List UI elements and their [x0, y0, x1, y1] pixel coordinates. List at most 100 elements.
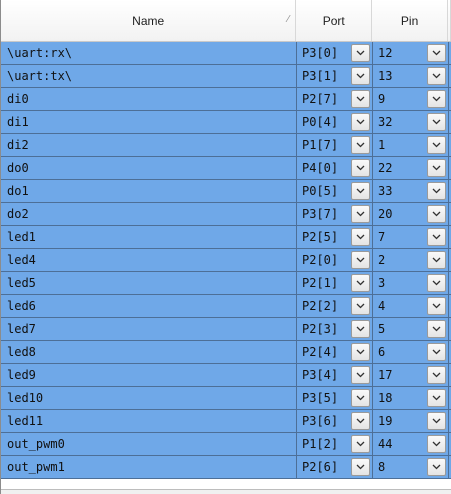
- chevron-down-icon[interactable]: [427, 90, 446, 108]
- pin-select[interactable]: 12: [373, 42, 449, 64]
- pin-select[interactable]: 7: [373, 226, 449, 248]
- pin-select[interactable]: 22: [373, 157, 449, 179]
- pin-select[interactable]: 19: [373, 410, 449, 432]
- signal-name-cell[interactable]: di2: [1, 134, 297, 156]
- table-row[interactable]: \uart:rx\ P3[0] 12: [1, 42, 451, 65]
- port-select[interactable]: P2[5]: [297, 226, 373, 248]
- chevron-down-icon[interactable]: [427, 182, 446, 200]
- pin-select[interactable]: 18: [373, 387, 449, 409]
- pin-select[interactable]: 33: [373, 180, 449, 202]
- table-row[interactable]: led1 P2[5] 7: [1, 226, 451, 249]
- chevron-down-icon[interactable]: [427, 412, 446, 430]
- table-row[interactable]: led9 P3[4] 17: [1, 364, 451, 387]
- table-row[interactable]: led7 P2[3] 5: [1, 318, 451, 341]
- table-row[interactable]: \uart:tx\ P3[1] 13: [1, 65, 451, 88]
- chevron-down-icon[interactable]: [351, 320, 370, 338]
- pin-select[interactable]: 20: [373, 203, 449, 225]
- chevron-down-icon[interactable]: [351, 182, 370, 200]
- table-row[interactable]: out_pwm1 P2[6] 8: [1, 456, 451, 479]
- column-header-port[interactable]: Port: [296, 0, 373, 41]
- pin-select[interactable]: 8: [373, 456, 449, 478]
- port-select[interactable]: P3[4]: [297, 364, 373, 386]
- signal-name-cell[interactable]: led7: [1, 318, 297, 340]
- chevron-down-icon[interactable]: [351, 274, 370, 292]
- signal-name-cell[interactable]: out_pwm1: [1, 456, 297, 478]
- chevron-down-icon[interactable]: [351, 228, 370, 246]
- table-row[interactable]: led4 P2[0] 2: [1, 249, 451, 272]
- table-row[interactable]: led5 P2[1] 3: [1, 272, 451, 295]
- column-header-name[interactable]: Name ⁄: [1, 0, 297, 41]
- chevron-down-icon[interactable]: [427, 458, 446, 476]
- chevron-down-icon[interactable]: [427, 67, 446, 85]
- signal-name-cell[interactable]: di1: [1, 111, 297, 133]
- port-select[interactable]: P0[4]: [297, 111, 373, 133]
- signal-name-cell[interactable]: out_pwm0: [1, 433, 297, 455]
- signal-name-cell[interactable]: led4: [1, 249, 297, 271]
- table-row[interactable]: led11 P3[6] 19: [1, 410, 451, 433]
- signal-name-cell[interactable]: di0: [1, 88, 297, 110]
- pin-select[interactable]: 6: [373, 341, 449, 363]
- port-select[interactable]: P2[4]: [297, 341, 373, 363]
- pin-select[interactable]: 9: [373, 88, 449, 110]
- chevron-down-icon[interactable]: [351, 458, 370, 476]
- signal-name-cell[interactable]: do0: [1, 157, 297, 179]
- table-row[interactable]: di1 P0[4] 32: [1, 111, 451, 134]
- port-select[interactable]: P2[0]: [297, 249, 373, 271]
- table-row[interactable]: do1 P0[5] 33: [1, 180, 451, 203]
- chevron-down-icon[interactable]: [427, 435, 446, 453]
- chevron-down-icon[interactable]: [351, 67, 370, 85]
- port-select[interactable]: P2[7]: [297, 88, 373, 110]
- chevron-down-icon[interactable]: [427, 320, 446, 338]
- chevron-down-icon[interactable]: [427, 228, 446, 246]
- chevron-down-icon[interactable]: [427, 274, 446, 292]
- signal-name-cell[interactable]: led1: [1, 226, 297, 248]
- horizontal-scrollbar[interactable]: [1, 489, 451, 494]
- signal-name-cell[interactable]: led10: [1, 387, 297, 409]
- chevron-down-icon[interactable]: [427, 159, 446, 177]
- chevron-down-icon[interactable]: [427, 366, 446, 384]
- chevron-down-icon[interactable]: [351, 412, 370, 430]
- pin-select[interactable]: 17: [373, 364, 449, 386]
- table-row[interactable]: led10 P3[5] 18: [1, 387, 451, 410]
- pin-select[interactable]: 3: [373, 272, 449, 294]
- chevron-down-icon[interactable]: [427, 44, 446, 62]
- chevron-down-icon[interactable]: [427, 205, 446, 223]
- port-select[interactable]: P3[0]: [297, 42, 373, 64]
- chevron-down-icon[interactable]: [351, 205, 370, 223]
- signal-name-cell[interactable]: \uart:tx\: [1, 65, 297, 87]
- chevron-down-icon[interactable]: [351, 297, 370, 315]
- chevron-down-icon[interactable]: [427, 389, 446, 407]
- chevron-down-icon[interactable]: [351, 159, 370, 177]
- chevron-down-icon[interactable]: [351, 90, 370, 108]
- port-select[interactable]: P1[2]: [297, 433, 373, 455]
- pin-select[interactable]: 2: [373, 249, 449, 271]
- pin-select[interactable]: 4: [373, 295, 449, 317]
- table-row[interactable]: di2 P1[7] 1: [1, 134, 451, 157]
- chevron-down-icon[interactable]: [351, 366, 370, 384]
- pin-select[interactable]: 44: [373, 433, 449, 455]
- port-select[interactable]: P3[6]: [297, 410, 373, 432]
- port-select[interactable]: P2[2]: [297, 295, 373, 317]
- chevron-down-icon[interactable]: [351, 389, 370, 407]
- signal-name-cell[interactable]: led11: [1, 410, 297, 432]
- signal-name-cell[interactable]: led9: [1, 364, 297, 386]
- port-select[interactable]: P2[6]: [297, 456, 373, 478]
- port-select[interactable]: P2[3]: [297, 318, 373, 340]
- table-row[interactable]: do2 P3[7] 20: [1, 203, 451, 226]
- chevron-down-icon[interactable]: [351, 343, 370, 361]
- port-select[interactable]: P3[5]: [297, 387, 373, 409]
- signal-name-cell[interactable]: led8: [1, 341, 297, 363]
- port-select[interactable]: P3[7]: [297, 203, 373, 225]
- table-row[interactable]: out_pwm0 P1[2] 44: [1, 433, 451, 456]
- pin-select[interactable]: 13: [373, 65, 449, 87]
- signal-name-cell[interactable]: led6: [1, 295, 297, 317]
- signal-name-cell[interactable]: do1: [1, 180, 297, 202]
- table-row[interactable]: di0 P2[7] 9: [1, 88, 451, 111]
- chevron-down-icon[interactable]: [427, 113, 446, 131]
- pin-select[interactable]: 32: [373, 111, 449, 133]
- pin-select[interactable]: 5: [373, 318, 449, 340]
- chevron-down-icon[interactable]: [427, 343, 446, 361]
- table-row[interactable]: led6 P2[2] 4: [1, 295, 451, 318]
- chevron-down-icon[interactable]: [351, 435, 370, 453]
- pin-select[interactable]: 1: [373, 134, 449, 156]
